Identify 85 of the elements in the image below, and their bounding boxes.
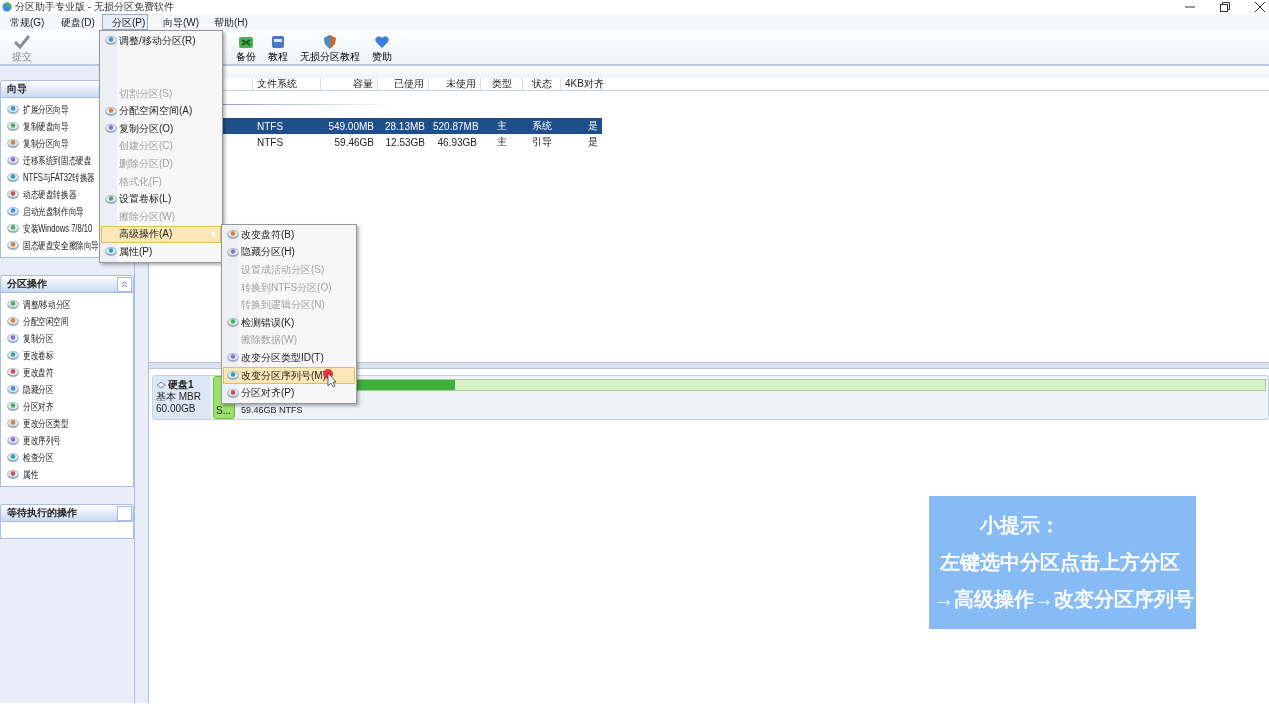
sidebar-item[interactable]: 更改卷标 <box>23 348 54 363</box>
partition-label: 59.46GB NTFS <box>240 405 304 415</box>
sidebar-item[interactable]: 动态硬盘转换器 <box>23 187 77 202</box>
panel-button[interactable] <box>117 506 132 521</box>
column-header[interactable]: 未使用 <box>429 78 481 90</box>
table-cell: 主 <box>497 120 507 131</box>
menu-item[interactable]: 高级操作(A) <box>101 225 221 244</box>
sidebar-item[interactable]: NTFS与FAT32转换器 <box>23 170 96 185</box>
table-cell: 46.93GB <box>437 136 477 148</box>
menu-item[interactable]: 隐藏分区(H) <box>223 243 355 262</box>
menu-item[interactable]: 分区(P) <box>102 14 148 30</box>
column-header[interactable]: 4KB对齐 <box>561 78 602 90</box>
column-header[interactable]: 已使用 <box>378 78 429 90</box>
table-cell: NTFS <box>257 120 284 132</box>
window-title: 分区助手专业版 - 无损分区免费软件 <box>15 0 174 14</box>
disk-card[interactable]: 硬盘1 基本 MBR 60.00GB <box>153 376 211 419</box>
shield-icon <box>321 34 339 50</box>
menu-item[interactable]: 分区对齐(P) <box>223 384 355 402</box>
sidebar-item[interactable]: 固态硬盘安全擦除向导 <box>23 238 99 253</box>
tip-text: →高级操作→改变分区序列号 <box>934 587 1194 612</box>
table-cell: 28.13MB <box>384 120 425 132</box>
chevron-up-icon <box>121 281 128 288</box>
sidebar-item[interactable]: 调整/移动分区 <box>23 297 71 312</box>
sidebar-item[interactable]: 更改分区类型 <box>23 416 69 431</box>
table-cell: 系统 <box>532 120 552 131</box>
table-cell: 主 <box>497 136 507 147</box>
menu-item[interactable]: 常规(G) <box>0 14 46 30</box>
toolbar-button[interactable]: 无损分区教程 <box>294 34 366 64</box>
check-icon <box>13 34 31 50</box>
menu-item[interactable]: 硬盘(D) <box>51 14 97 30</box>
table-cell: 12.53GB <box>385 136 425 148</box>
collapse-button[interactable] <box>117 277 132 292</box>
heart-icon <box>373 34 391 50</box>
table-cell: 是 <box>588 136 598 147</box>
sidebar-item[interactable]: 属性 <box>23 467 39 482</box>
menu-item[interactable]: 帮助(H) <box>204 14 250 30</box>
sidebar-item[interactable]: 更改序列号 <box>23 433 61 448</box>
disk-size: 60.00GB <box>156 403 197 415</box>
column-header[interactable]: 容量 <box>321 78 378 90</box>
menu-item[interactable]: 改变分区类型ID(T) <box>223 349 355 367</box>
book-icon <box>269 34 287 50</box>
backup-icon <box>237 34 255 50</box>
panel-title: 等待执行的操作 <box>7 506 77 520</box>
sidebar-item[interactable]: 检查分区 <box>23 450 54 465</box>
sidebar-item[interactable]: 安装Windows 7/8/10 <box>23 221 93 236</box>
menu-item[interactable]: 设置卷标(L) <box>101 190 221 208</box>
menu-item[interactable]: 调整/移动分区(R) <box>101 32 221 50</box>
table-cell: 520.87MB <box>433 120 479 132</box>
sidebar-item[interactable]: 复制硬盘向导 <box>23 119 69 134</box>
sidebar-item[interactable]: 复制分区 <box>23 331 54 346</box>
toolbar-button[interactable]: 教程 <box>262 34 294 64</box>
menu-item[interactable]: 改变盘符(B) <box>223 226 355 244</box>
menu-item[interactable]: 向导(W) <box>153 14 199 30</box>
sidebar-item[interactable]: 扩展分区向导 <box>23 102 69 117</box>
sidebar-item[interactable]: 启动光盘制作向导 <box>23 204 84 219</box>
sidebar-item[interactable]: 分配空闲空间 <box>23 314 69 329</box>
sidebar-item[interactable]: 隐藏分区 <box>23 382 54 397</box>
app-icon <box>2 2 12 12</box>
restore-icon[interactable] <box>1220 2 1230 12</box>
sidebar-item[interactable]: 更改盘符 <box>23 365 54 380</box>
column-header[interactable]: 状态 <box>523 78 561 90</box>
menu-item[interactable]: 检测错误(K) <box>223 313 355 332</box>
close-icon[interactable] <box>1255 2 1265 12</box>
tip-text: 左键选中分区点击上方分区 <box>940 550 1181 575</box>
table-cell: 引导 <box>532 136 552 147</box>
toolbar-button[interactable]: 赞助 <box>366 34 398 64</box>
toolbar-button[interactable]: 备份 <box>230 34 262 64</box>
submenu-arrow-icon <box>212 230 216 238</box>
table-cell: 是 <box>588 120 598 131</box>
disk-name: 硬盘1 <box>168 379 194 391</box>
panel-title: 向导 <box>7 82 27 96</box>
disk-type: 基本 MBR <box>156 391 202 403</box>
sidebar-item[interactable]: 迁移系统到固态硬盘 <box>23 153 92 168</box>
tip-title: 小提示： <box>980 513 1061 538</box>
table-cell: 549.00MB <box>328 120 374 132</box>
sidebar-item[interactable]: 复制分区向导 <box>23 136 69 151</box>
menu-item[interactable]: 属性(P) <box>101 243 221 261</box>
panel-title: 分区操作 <box>7 277 47 291</box>
menu-item[interactable]: 分配空闲空间(A) <box>101 102 221 120</box>
sidebar-item[interactable]: 分区对齐 <box>23 399 54 414</box>
column-header[interactable]: 文件系统 <box>253 78 321 90</box>
partition-label: S... <box>216 405 232 416</box>
column-header[interactable]: 类型 <box>481 78 523 90</box>
table-cell: NTFS <box>257 136 284 148</box>
table-cell: 59.46GB <box>334 136 374 148</box>
